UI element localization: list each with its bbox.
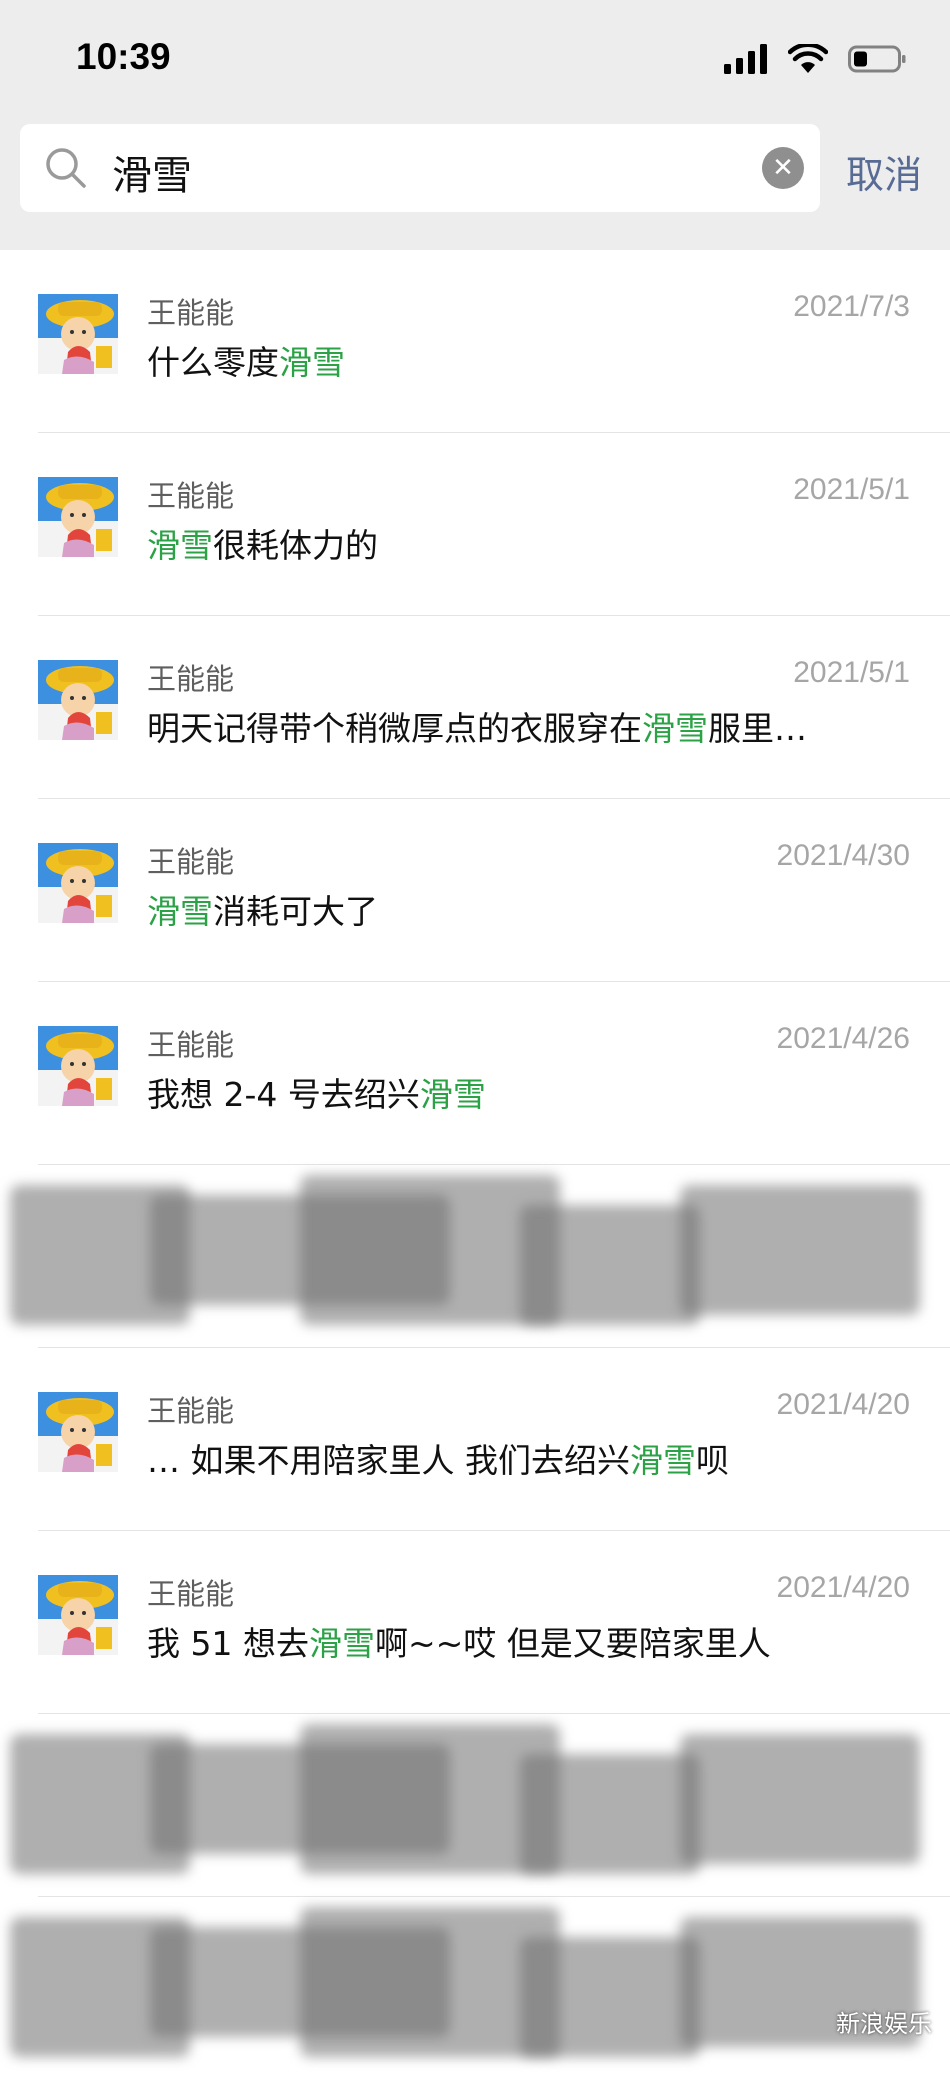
snippet-text: 啊~~哎 但是又要陪家里人 [374,1624,771,1663]
search-bar[interactable]: 滑雪 ✕ [20,124,820,212]
snippet-text: 我 51 想去 [147,1624,309,1663]
result-row[interactable]: 王能能 2021/5/1 滑雪很耗体力的 [0,433,950,616]
keyword-highlight: 滑雪 [642,709,708,748]
avatar [38,843,118,923]
wifi-icon [788,44,828,73]
keyword-highlight: 滑雪 [147,892,213,931]
message-date: 2021/4/26 [776,1022,910,1055]
keyword-highlight: 滑雪 [308,1624,375,1663]
sender-name: 王能能 [147,662,235,696]
message-date: 2021/5/1 [793,656,910,689]
search-input[interactable]: 滑雪 [112,143,192,201]
avatar [38,477,118,557]
snippet-text: 什么零度 [147,343,279,382]
snippet-text: 我想 2-4 号去绍兴 [147,1075,420,1114]
clear-search-button[interactable]: ✕ [762,147,804,189]
result-row[interactable]: 王能能 2021/4/20 我 51 想去滑雪啊~~哎 但是又要陪家里人 [0,1531,950,1714]
status-time: 10:39 [76,36,171,77]
cancel-button[interactable]: 取消 [846,144,922,199]
avatar [38,1026,118,1106]
message-snippet: 我 51 想去滑雪啊~~哎 但是又要陪家里人 [147,1617,771,1665]
result-row[interactable]: 王能能 2021/4/20 … 如果不用陪家里人 我们去绍兴滑雪呗 [0,1348,950,1531]
search-results-list: 王能能 2021/7/3 什么零度滑雪 王能能 2021/5/1 滑雪很耗体力的 王能能… [0,250,950,2080]
avatar [38,660,118,740]
avatar [38,1392,118,1472]
redacted-result-row [0,1165,950,1348]
keyword-highlight: 滑雪 [279,343,345,382]
battery-icon [848,45,906,73]
snippet-text: 服里… [708,709,807,748]
redacted-result-row [0,1897,950,2080]
sender-name: 王能能 [147,296,235,330]
redaction-scribble [520,1754,700,1874]
result-row[interactable]: 王能能 2021/4/30 滑雪消耗可大了 [0,799,950,982]
snippet-text: 呗 [695,1441,729,1480]
status-icons [724,44,906,74]
sender-name: 王能能 [147,479,235,513]
watermark: 新浪娱乐 [836,2010,932,2038]
message-date: 2021/5/1 [793,473,910,506]
snippet-text: 很耗体力的 [213,526,378,565]
header-area: 10:39 滑雪 ✕ 取消 [0,0,950,250]
avatar [38,294,118,374]
redacted-result-row [0,1714,950,1897]
message-snippet: 滑雪消耗可大了 [147,885,378,933]
snippet-text: 明天记得带个稍微厚点的衣服穿在 [147,709,642,748]
avatar [38,1575,118,1655]
sender-name: 王能能 [147,1028,235,1062]
message-date: 2021/4/30 [776,839,910,872]
snippet-text: … 如果不用陪家里人 我们去绍兴 [147,1441,630,1480]
message-date: 2021/7/3 [793,290,910,323]
redaction-scribble [520,1205,700,1325]
sender-name: 王能能 [147,1394,235,1428]
signal-icon [724,44,767,74]
sender-name: 王能能 [147,845,235,879]
keyword-highlight: 滑雪 [147,526,213,565]
message-snippet: 我想 2-4 号去绍兴滑雪 [147,1068,486,1116]
message-date: 2021/4/20 [776,1388,910,1421]
redaction-scribble [680,1734,920,1864]
keyword-highlight: 滑雪 [419,1075,486,1114]
message-snippet: 明天记得带个稍微厚点的衣服穿在滑雪服里… [147,702,807,750]
result-row[interactable]: 王能能 2021/7/3 什么零度滑雪 [0,250,950,433]
keyword-highlight: 滑雪 [629,1441,696,1480]
redaction-scribble [520,1937,700,2057]
message-snippet: 滑雪很耗体力的 [147,519,378,567]
result-row[interactable]: 王能能 2021/4/26 我想 2-4 号去绍兴滑雪 [0,982,950,1165]
redaction-scribble [680,1185,920,1315]
search-icon [46,148,86,188]
snippet-text: 消耗可大了 [213,892,378,931]
message-snippet: … 如果不用陪家里人 我们去绍兴滑雪呗 [147,1434,729,1482]
sender-name: 王能能 [147,1577,235,1611]
message-date: 2021/4/20 [776,1571,910,1604]
message-snippet: 什么零度滑雪 [147,336,345,384]
result-row[interactable]: 王能能 2021/5/1 明天记得带个稍微厚点的衣服穿在滑雪服里… [0,616,950,799]
